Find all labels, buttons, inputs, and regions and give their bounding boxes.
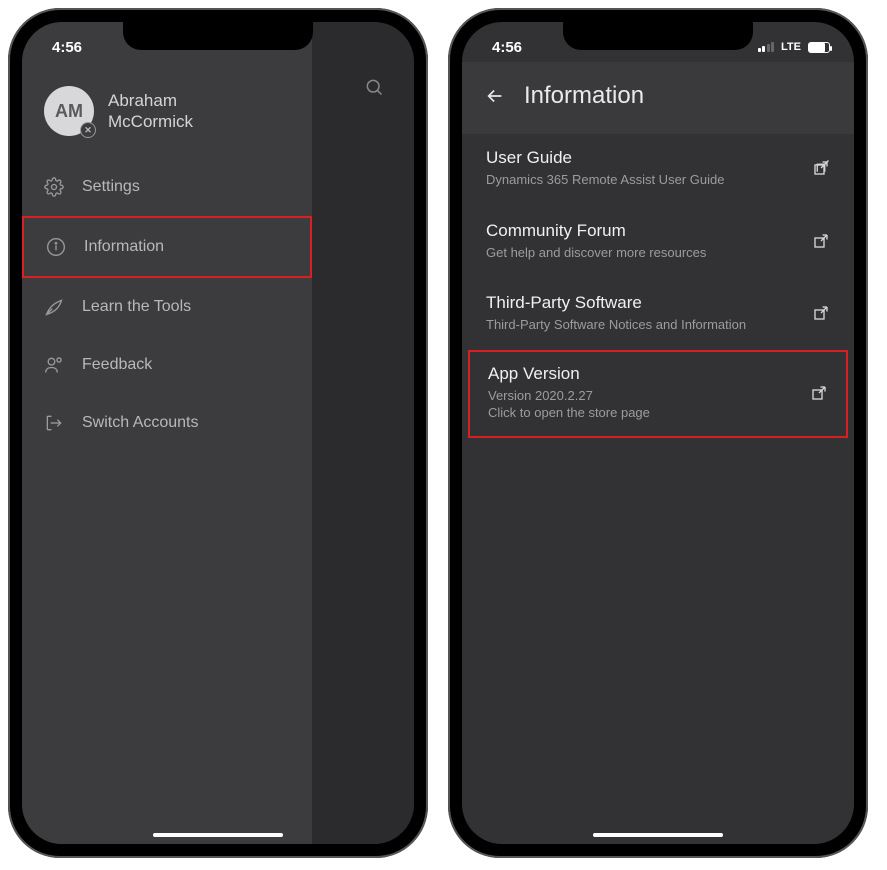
notch: [123, 22, 313, 50]
info-list: User Guide Dynamics 365 Remote Assist Us…: [462, 134, 854, 438]
search-icon[interactable]: [364, 77, 384, 97]
info-title: Third-Party Software: [486, 293, 812, 313]
signal-icon: [758, 42, 775, 52]
menu-item-learn[interactable]: Learn the Tools: [22, 278, 312, 336]
signout-icon: [44, 413, 64, 433]
external-link-icon: [812, 232, 830, 250]
home-indicator[interactable]: [593, 833, 723, 837]
page-header: Information: [462, 62, 854, 134]
feedback-icon: [44, 355, 64, 375]
menu-label: Information: [84, 238, 164, 256]
status-icons: LTE: [758, 41, 830, 53]
clock: 4:56: [492, 39, 522, 56]
info-item-user-guide[interactable]: User Guide Dynamics 365 Remote Assist Us…: [462, 134, 854, 207]
external-link-icon: [812, 304, 830, 322]
notch: [563, 22, 753, 50]
info-title: User Guide: [486, 148, 812, 168]
profile-name: Abraham McCormick: [108, 90, 193, 133]
avatar[interactable]: AM ✕: [44, 86, 94, 136]
menu-label: Settings: [82, 178, 140, 196]
profile-row[interactable]: AM ✕ Abraham McCormick: [22, 62, 312, 158]
back-arrow-icon[interactable]: [484, 85, 506, 107]
home-indicator[interactable]: [153, 833, 283, 837]
page-title: Information: [524, 82, 644, 110]
menu-item-settings[interactable]: Settings: [22, 158, 312, 216]
clock: 4:56: [52, 39, 82, 56]
battery-icon: [808, 42, 830, 53]
navigation-drawer: 4:56 LTE AM ✕ Abraham: [22, 22, 312, 844]
profile-name-first: Abraham: [108, 90, 193, 111]
menu-label: Feedback: [82, 356, 152, 374]
info-subtitle: Dynamics 365 Remote Assist User Guide: [486, 171, 812, 189]
info-item-app-version[interactable]: App Version Version 2020.2.27 Click to o…: [468, 350, 848, 438]
quill-icon: [44, 297, 64, 317]
phone-frame-right: 4:56 LTE Information User Guide Dynamics…: [448, 8, 868, 858]
content-sliver: [312, 22, 414, 844]
info-item-community-forum[interactable]: Community Forum Get help and discover mo…: [462, 207, 854, 280]
avatar-initials: AM: [55, 101, 83, 122]
profile-name-last: McCormick: [108, 111, 193, 132]
info-icon: [46, 237, 66, 257]
status-badge-icon: ✕: [80, 122, 96, 138]
info-subtitle: Third-Party Software Notices and Informa…: [486, 316, 812, 334]
info-subtitle-version: Version 2020.2.27: [488, 387, 810, 405]
info-subtitle: Get help and discover more resources: [486, 244, 812, 262]
menu-label: Switch Accounts: [82, 414, 199, 432]
info-item-third-party[interactable]: Third-Party Software Third-Party Softwar…: [462, 279, 854, 352]
network-label: LTE: [781, 41, 801, 53]
info-title: App Version: [488, 364, 810, 384]
screen-right: 4:56 LTE Information User Guide Dynamics…: [462, 22, 854, 844]
external-link-icon: [810, 384, 828, 402]
external-link-icon: [812, 159, 830, 177]
menu-item-switch-accounts[interactable]: Switch Accounts: [22, 394, 312, 452]
phone-frame-left: 4:56 LTE AM ✕ Abraham: [8, 8, 428, 858]
menu-item-feedback[interactable]: Feedback: [22, 336, 312, 394]
menu-label: Learn the Tools: [82, 298, 191, 316]
screen-left: 4:56 LTE AM ✕ Abraham: [22, 22, 414, 844]
gear-icon: [44, 177, 64, 197]
info-subtitle-hint: Click to open the store page: [488, 404, 810, 422]
menu-item-information[interactable]: Information: [22, 216, 312, 278]
info-title: Community Forum: [486, 221, 812, 241]
